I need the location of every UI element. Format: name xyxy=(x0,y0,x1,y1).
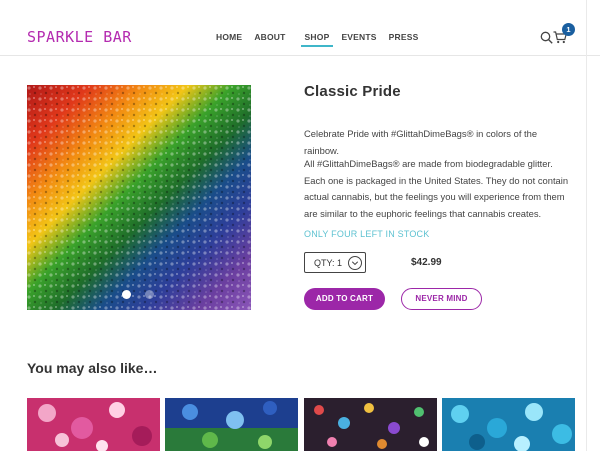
cart-count-badge: 1 xyxy=(562,23,575,36)
page-scrollbar-edge xyxy=(586,0,587,451)
nav-home[interactable]: HOME xyxy=(210,32,248,42)
multicolor-glitter-thumbnail xyxy=(304,398,437,451)
chevron-down-icon[interactable] xyxy=(348,256,362,270)
related-product-card[interactable] xyxy=(165,398,298,451)
quantity-select[interactable]: QTY: 1 xyxy=(304,252,366,273)
nav-about[interactable]: ABOUT xyxy=(248,32,291,42)
product-image[interactable] xyxy=(27,85,251,310)
header-divider xyxy=(0,55,600,56)
related-product-card[interactable] xyxy=(27,398,160,451)
carousel-dot-2[interactable] xyxy=(145,290,154,299)
related-product-card[interactable] xyxy=(442,398,575,451)
add-to-cart-button[interactable]: ADD TO CART xyxy=(304,288,385,310)
aqua-glitter-thumbnail xyxy=(442,398,575,451)
pink-glitter-thumbnail xyxy=(27,398,160,451)
main-nav: HOME ABOUT SHOP EVENTS PRESS xyxy=(210,32,425,47)
blue-green-glitter-thumbnail xyxy=(165,398,298,451)
related-products-title: You may also like… xyxy=(27,360,158,376)
nav-events[interactable]: EVENTS xyxy=(335,32,382,42)
product-title: Classic Pride xyxy=(304,83,401,100)
never-mind-button[interactable]: NEVER MIND xyxy=(401,288,482,310)
carousel-dot-1[interactable] xyxy=(122,290,131,299)
nav-shop[interactable]: SHOP xyxy=(299,32,336,47)
product-price: $42.99 xyxy=(411,257,442,268)
stock-status: ONLY FOUR LEFT IN STOCK xyxy=(304,229,430,239)
quantity-value: QTY: 1 xyxy=(314,258,343,268)
site-header: SPARKLE BAR HOME ABOUT SHOP EVENTS PRESS… xyxy=(0,0,600,60)
rainbow-glitter-image xyxy=(27,85,251,310)
nav-press[interactable]: PRESS xyxy=(383,32,425,42)
product-description-intro: Celebrate Pride with #GlittahDimeBags® i… xyxy=(304,128,538,156)
search-icon[interactable] xyxy=(540,31,553,44)
brand-logo[interactable]: SPARKLE BAR xyxy=(27,28,132,46)
related-product-card[interactable] xyxy=(304,398,437,451)
product-description-details: All #GlittahDimeBags® are made from biod… xyxy=(304,158,569,219)
